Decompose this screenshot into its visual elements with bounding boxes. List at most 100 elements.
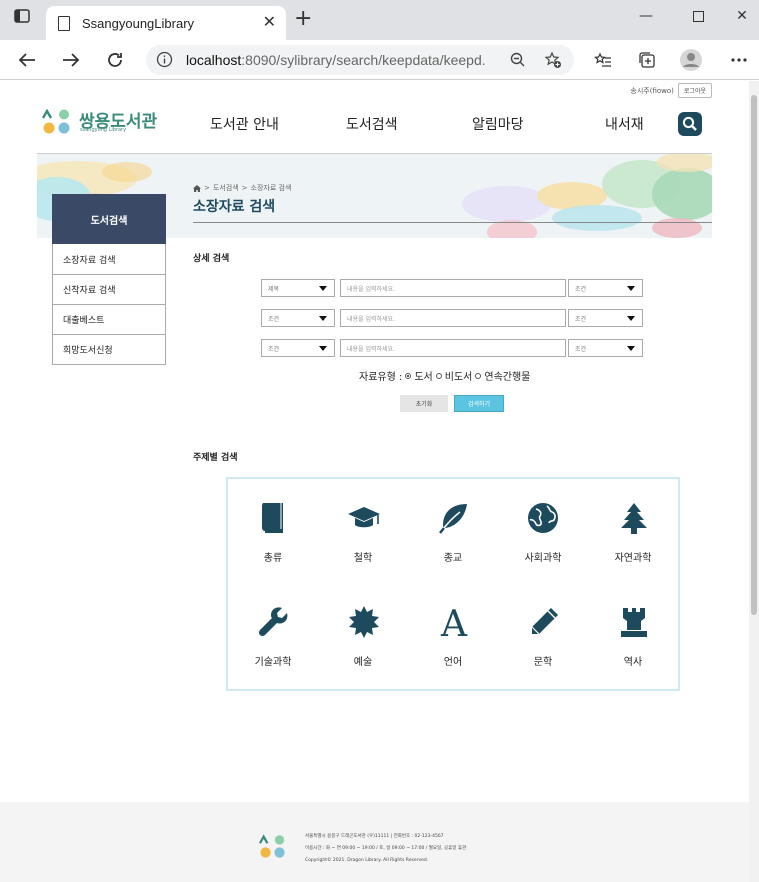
search-term-input[interactable]: 내용을 입력하세요. [340, 339, 566, 357]
page-title: 소장자료 검색 [193, 199, 276, 215]
nav-library-info[interactable]: 도서관 안내 [210, 114, 279, 134]
user-bar: 송시주(fiowo) 로그아웃 [630, 83, 712, 98]
dropdown-arrow-icon [319, 316, 327, 321]
burst-icon [349, 606, 379, 638]
radio-serial[interactable] [475, 372, 482, 379]
search-row: 제목 내용을 입력하세요. 조건 [261, 279, 643, 297]
field-select[interactable]: 제목 [261, 279, 335, 297]
search-row: 조건 내용을 입력하세요. 조건 [261, 309, 643, 327]
field-select[interactable]: 조건 [261, 309, 335, 327]
back-icon[interactable] [14, 48, 40, 72]
radio-book-label: 도서 [414, 372, 433, 383]
leaf-icon [439, 504, 467, 534]
browser-toolbar: localhost:8090/sylibrary/search/keepdata… [0, 40, 759, 80]
forward-icon[interactable] [58, 48, 84, 72]
footer-info: 서울특별시 용봉구 드래곤도서관 (우)11111 | 전화번호 : 02-12… [305, 831, 466, 867]
subject-social-science[interactable]: 사회과학 [508, 501, 578, 571]
nav-my-library[interactable]: 내서재 [605, 114, 644, 134]
site-footer: 서울특별시 용봉구 드래곤도서관 (우)11111 | 전화번호 : 02-12… [0, 802, 749, 882]
page-scrollbar[interactable] [749, 81, 759, 882]
site-logo[interactable]: 쌍용도서관 ssangyong Library [42, 107, 162, 137]
reset-button[interactable]: 초기화 [400, 395, 448, 412]
subject-natural-science[interactable]: 자연과학 [598, 501, 668, 571]
logout-button[interactable]: 로그아웃 [677, 83, 712, 98]
subject-philosophy[interactable]: 철학 [328, 501, 398, 571]
subject-literature[interactable]: 문학 [508, 605, 578, 675]
title-underline [193, 222, 712, 223]
subject-label: 문학 [533, 657, 553, 668]
add-favorite-icon[interactable] [544, 51, 562, 73]
sidebar-item-book-request[interactable]: 희망도서신청 [53, 334, 165, 364]
tab-title: SsangyoungLibrary [82, 16, 195, 31]
breadcrumb-item[interactable]: 도서검색 [213, 183, 239, 193]
close-tab-icon[interactable]: ✕ [263, 12, 276, 31]
zoom-icon[interactable] [510, 52, 526, 72]
sidebar-menu: 소장자료 검색 신착자료 검색 대출베스트 희망도서신청 [52, 244, 166, 365]
more-menu-icon[interactable] [726, 48, 752, 72]
svg-text:A: A [440, 605, 468, 639]
browser-tabbar: SsangyoungLibrary ✕ + — ✕ [0, 0, 759, 40]
minimize-icon[interactable]: — [624, 0, 668, 32]
radio-book[interactable] [405, 372, 412, 379]
tab-actions-icon[interactable] [0, 0, 44, 32]
favorites-icon[interactable] [590, 48, 616, 72]
profile-avatar-icon[interactable] [678, 48, 704, 72]
close-window-icon[interactable]: ✕ [720, 0, 759, 32]
tree-icon [621, 503, 647, 534]
subject-language[interactable]: A 언어 [418, 605, 488, 675]
home-icon[interactable] [193, 184, 201, 192]
dropdown-arrow-icon [319, 286, 327, 291]
breadcrumb-separator: > [241, 184, 248, 192]
condition-select[interactable]: 조건 [568, 339, 643, 357]
collections-icon[interactable] [634, 48, 660, 72]
subject-religion[interactable]: 종교 [418, 501, 488, 571]
search-icon [682, 116, 697, 131]
nav-book-search[interactable]: 도서검색 [346, 114, 398, 134]
breadcrumb-separator: > [204, 184, 210, 192]
breadcrumb: > 도서검색 > 소장자료 검색 [193, 183, 291, 193]
nav-notice[interactable]: 알림마당 [472, 114, 524, 134]
subject-grid: 총류 철학 종교 사회과학 자연과학 기술과학 예술 A 언어 문학 역사 [226, 477, 680, 691]
book-icon [262, 503, 283, 533]
subject-label: 역사 [623, 657, 643, 668]
subject-label: 예술 [353, 657, 373, 668]
sidebar-item-new-arrivals[interactable]: 신착자료 검색 [53, 274, 165, 304]
url-text: localhost:8090/sylibrary/search/keepdata… [186, 52, 486, 68]
dropdown-arrow-icon [627, 316, 635, 321]
new-tab-icon[interactable]: + [294, 8, 312, 30]
search-term-input[interactable]: 내용을 입력하세요. [340, 309, 566, 327]
maximize-icon[interactable] [676, 0, 720, 32]
search-term-input[interactable]: 내용을 입력하세요. [340, 279, 566, 297]
subject-search-title: 주제별 검색 [193, 453, 238, 463]
info-icon[interactable] [156, 51, 173, 72]
subject-label: 총류 [263, 553, 283, 564]
field-select[interactable]: 조건 [261, 339, 335, 357]
user-name: 송시주(fiowo) [630, 86, 674, 95]
footer-hours: 이용시간 : 화 ~ 연 09:00 ~ 19:00 / 토, 일 09:00 … [305, 846, 467, 851]
browser-tab[interactable]: SsangyoungLibrary ✕ [46, 6, 286, 40]
subject-label: 기술과학 [254, 657, 292, 668]
radio-serial-label: 연속간행물 [484, 372, 531, 383]
site-search-button[interactable] [678, 112, 702, 136]
footer-copyright: Copyright© 2021. Dragon Library. All Rig… [305, 858, 429, 863]
sidebar-item-collection-search[interactable]: 소장자료 검색 [53, 244, 165, 274]
subject-technology[interactable]: 기술과학 [238, 605, 308, 675]
search-button[interactable]: 검색하기 [454, 395, 504, 412]
sidebar-item-loan-best[interactable]: 대출베스트 [53, 304, 165, 334]
subject-arts[interactable]: 예술 [328, 605, 398, 675]
scrollbar-thumb[interactable] [751, 95, 757, 615]
radio-nonbook[interactable] [435, 372, 442, 379]
breadcrumb-item[interactable]: 소장자료 검색 [251, 183, 292, 193]
subject-general[interactable]: 총류 [238, 501, 308, 571]
address-bar[interactable]: localhost:8090/sylibrary/search/keepdata… [146, 45, 574, 75]
subject-label: 종교 [443, 553, 463, 564]
condition-select[interactable]: 조건 [568, 309, 643, 327]
pencil-icon [531, 608, 558, 635]
material-type-group: 자료유형 : 도서 비도서 연속간행물 [359, 368, 530, 383]
subject-history[interactable]: 역사 [598, 605, 668, 675]
sidebar-heading: 도서검색 [52, 194, 166, 244]
subject-label: 언어 [443, 657, 463, 668]
logo-subtitle: ssangyong Library [80, 127, 127, 133]
refresh-icon[interactable] [102, 48, 128, 72]
condition-select[interactable]: 조건 [568, 279, 643, 297]
